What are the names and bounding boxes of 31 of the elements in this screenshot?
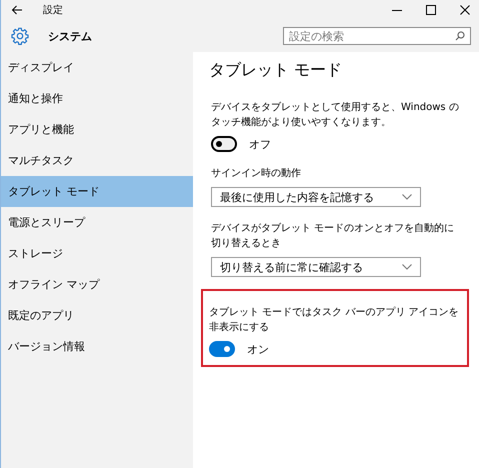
section-title: タブレット モード bbox=[209, 60, 344, 81]
sidebar-item[interactable]: ストレージ bbox=[1, 238, 193, 269]
maximize-icon[interactable] bbox=[425, 4, 437, 16]
search-icon[interactable] bbox=[455, 31, 465, 41]
gear-icon bbox=[11, 27, 29, 45]
chevron-icon bbox=[402, 264, 412, 270]
sidebar-item[interactable]: 通知と操作 bbox=[1, 83, 193, 114]
toggle-switch[interactable] bbox=[209, 341, 235, 357]
sidebar-item[interactable]: ディスプレイ bbox=[1, 52, 193, 83]
toggle-state-label: オン bbox=[247, 342, 269, 356]
back-icon[interactable] bbox=[11, 4, 23, 16]
window-title: 設定 bbox=[43, 4, 64, 17]
sidebar-item[interactable]: バージョン情報 bbox=[1, 331, 193, 362]
setting-label: デバイスをタブレットとして使用すると、Windows のタッチ機能がより使いやすくなります。 bbox=[211, 100, 460, 130]
sidebar-item[interactable]: 電源とスリープ bbox=[1, 207, 193, 238]
sidebar-item[interactable]: タブレット モード bbox=[1, 176, 193, 207]
setting-label: タブレット モードではタスク バーのアプリ アイコンを非表示にする bbox=[209, 306, 460, 335]
search-field[interactable]: 設定の検索 bbox=[283, 27, 471, 45]
sidebar-item[interactable]: 既定のアプリ bbox=[1, 300, 193, 331]
dropdown[interactable]: 最後に使用した内容を記憶する bbox=[211, 187, 421, 207]
sidebar-item[interactable]: マルチタスク bbox=[1, 145, 193, 176]
setting-label: デバイスがタブレット モードのオンとオフを自動的に切り替えるとき bbox=[211, 222, 456, 251]
sidebar-item[interactable]: アプリと機能 bbox=[1, 114, 193, 145]
dropdown[interactable]: 切り替える前に常に確認する bbox=[211, 257, 421, 277]
close-icon[interactable] bbox=[459, 4, 471, 16]
chevron-icon bbox=[402, 194, 412, 200]
toggle-switch[interactable] bbox=[211, 136, 237, 152]
page-heading: システム bbox=[48, 28, 93, 44]
toggle-state-label: オフ bbox=[249, 136, 271, 152]
sidebar-item[interactable]: オフライン マップ bbox=[1, 269, 193, 300]
setting-label: サインイン時の動作 bbox=[211, 166, 302, 181]
